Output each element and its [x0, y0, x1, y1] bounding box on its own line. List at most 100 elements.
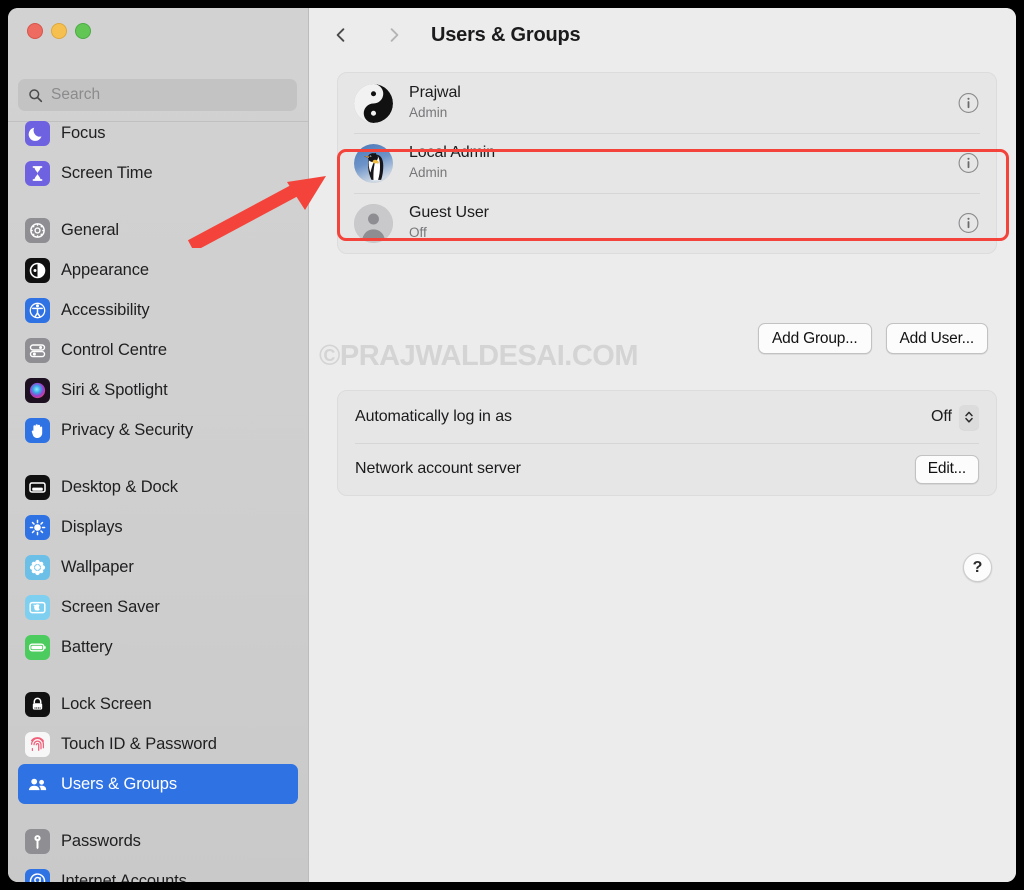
- user-row-local-admin[interactable]: Local Admin Admin: [338, 133, 996, 193]
- sidebar-group-3: Desktop & Dock Displays Wallpaper Screen…: [8, 467, 308, 667]
- option-label: Network account server: [355, 460, 521, 477]
- siri-icon: [25, 377, 50, 403]
- option-label: Automatically log in as: [355, 408, 512, 425]
- sidebar-item-users-groups[interactable]: Users & Groups: [18, 764, 298, 804]
- sidebar-item-screen-time[interactable]: Screen Time: [18, 153, 298, 193]
- minimize-button[interactable]: [51, 23, 67, 39]
- info-button[interactable]: [958, 93, 979, 114]
- search-field[interactable]: [18, 79, 297, 111]
- sidebar-item-privacy-security[interactable]: Privacy & Security: [18, 410, 298, 450]
- chevron-right-icon: [390, 28, 399, 42]
- users-list-card: Prajwal Admin Local Admin Admin Guest Us…: [337, 72, 997, 254]
- page-title: Users & Groups: [431, 23, 581, 46]
- user-role: Admin: [409, 165, 448, 181]
- sidebar-item-general[interactable]: General: [18, 210, 298, 250]
- sidebar-item-appearance[interactable]: Appearance: [18, 250, 298, 290]
- sidebar-item-focus[interactable]: Focus: [18, 113, 298, 153]
- option-row-auto-login: Automatically log in as Off: [338, 391, 996, 443]
- general-icon: [25, 217, 50, 243]
- sidebar-item-accessibility[interactable]: Accessibility: [18, 290, 298, 330]
- user-name: Local Admin: [409, 144, 496, 162]
- sidebar-item-label: Desktop & Dock: [61, 477, 178, 496]
- chevron-left-icon: [336, 28, 345, 42]
- info-button[interactable]: [958, 153, 979, 174]
- system-settings-window: Focus Screen Time: [8, 8, 1016, 882]
- info-icon: [958, 213, 979, 233]
- sidebar-item-touch-id[interactable]: Touch ID & Password: [18, 724, 298, 764]
- sidebar-item-label: Screen Saver: [61, 597, 160, 616]
- toolbar: Users & Groups: [309, 8, 1016, 62]
- sidebar-item-label: Screen Time: [61, 163, 153, 182]
- help-button[interactable]: ?: [963, 553, 992, 582]
- sidebar-item-label: Passwords: [61, 831, 141, 850]
- chevron-updown-icon: [965, 411, 973, 423]
- sidebar-item-label: Touch ID & Password: [61, 734, 217, 753]
- user-row-prajwal[interactable]: Prajwal Admin: [338, 73, 996, 133]
- user-name: Guest User: [409, 204, 489, 222]
- option-row-network-account-server: Network account server Edit...: [338, 443, 996, 495]
- sidebar-item-label: General: [61, 220, 120, 239]
- back-button[interactable]: [326, 20, 356, 50]
- sidebar-group-1: Focus Screen Time: [8, 113, 308, 193]
- options-card: Automatically log in as Off Network acco…: [337, 390, 997, 496]
- person-avatar: [354, 203, 393, 243]
- user-info: Local Admin Admin: [409, 143, 495, 182]
- sidebar-item-label: Internet Accounts: [61, 871, 187, 883]
- sidebar-item-internet-accounts[interactable]: Internet Accounts: [18, 861, 298, 882]
- auto-login-value: Off: [930, 408, 952, 425]
- sidebar-item-label: Accessibility: [61, 300, 150, 319]
- sidebar-item-label: Focus: [61, 123, 106, 142]
- wallpaper-icon: [25, 554, 50, 580]
- passwords-icon: [25, 828, 50, 854]
- user-role: Admin: [409, 105, 448, 121]
- sidebar-item-lock-screen[interactable]: Lock Screen: [18, 684, 298, 724]
- sidebar-item-siri-spotlight[interactable]: Siri & Spotlight: [18, 370, 298, 410]
- sidebar-item-passwords[interactable]: Passwords: [18, 821, 298, 861]
- sidebar-list[interactable]: Focus Screen Time General Appearance Acc…: [8, 120, 308, 882]
- battery-icon: [25, 634, 50, 660]
- user-role: Off: [409, 225, 427, 241]
- close-button[interactable]: [27, 23, 43, 39]
- lock-screen-icon: [25, 691, 50, 717]
- penguin-avatar: [354, 143, 393, 183]
- sidebar-item-label: Wallpaper: [61, 557, 134, 576]
- control-centre-icon: [25, 337, 50, 363]
- sidebar-item-label: Displays: [61, 517, 123, 536]
- sidebar-group-4: Lock Screen Touch ID & Password Users & …: [8, 684, 308, 804]
- sidebar-item-control-centre[interactable]: Control Centre: [18, 330, 298, 370]
- auto-login-popup[interactable]: [959, 404, 979, 430]
- user-info: Prajwal Admin: [409, 83, 461, 122]
- forward-button[interactable]: [379, 20, 409, 50]
- watermark: ©PRAJWALDESAI.COM: [319, 340, 639, 372]
- sidebar-item-screen-saver[interactable]: Screen Saver: [18, 587, 298, 627]
- sidebar-item-displays[interactable]: Displays: [18, 507, 298, 547]
- sidebar-item-battery[interactable]: Battery: [18, 627, 298, 667]
- user-row-guest-user[interactable]: Guest User Off: [338, 193, 996, 253]
- traffic-lights: [27, 23, 91, 39]
- main-content: Users & Groups Prajwal Admin Local Admin…: [309, 8, 1016, 882]
- sidebar-item-label: Lock Screen: [61, 694, 152, 713]
- info-icon: [958, 153, 979, 173]
- sidebar-group-5: Passwords Internet Accounts: [8, 821, 308, 882]
- add-user-button[interactable]: Add User...: [885, 323, 988, 354]
- privacy-icon: [25, 417, 50, 443]
- sidebar-group-2: General Appearance Accessibility Control…: [8, 210, 308, 450]
- desktop-dock-icon: [25, 474, 50, 500]
- accessibility-icon: [25, 297, 50, 323]
- screen-time-icon: [25, 160, 50, 186]
- sidebar-item-desktop-dock[interactable]: Desktop & Dock: [18, 467, 298, 507]
- search-icon: [29, 88, 43, 102]
- zoom-button[interactable]: [75, 23, 91, 39]
- sidebar-item-label: Privacy & Security: [61, 420, 194, 439]
- internet-accounts-icon: [25, 868, 50, 882]
- focus-icon: [25, 120, 50, 146]
- info-button[interactable]: [958, 213, 979, 234]
- sidebar-item-wallpaper[interactable]: Wallpaper: [18, 547, 298, 587]
- add-group-button[interactable]: Add Group...: [758, 323, 872, 354]
- edit-button[interactable]: Edit...: [914, 454, 979, 484]
- sidebar: Focus Screen Time: [8, 8, 309, 882]
- user-info: Guest User Off: [409, 203, 489, 242]
- search-input[interactable]: [51, 86, 297, 104]
- touch-id-icon: [25, 731, 50, 757]
- yin-yang-avatar: [354, 83, 393, 123]
